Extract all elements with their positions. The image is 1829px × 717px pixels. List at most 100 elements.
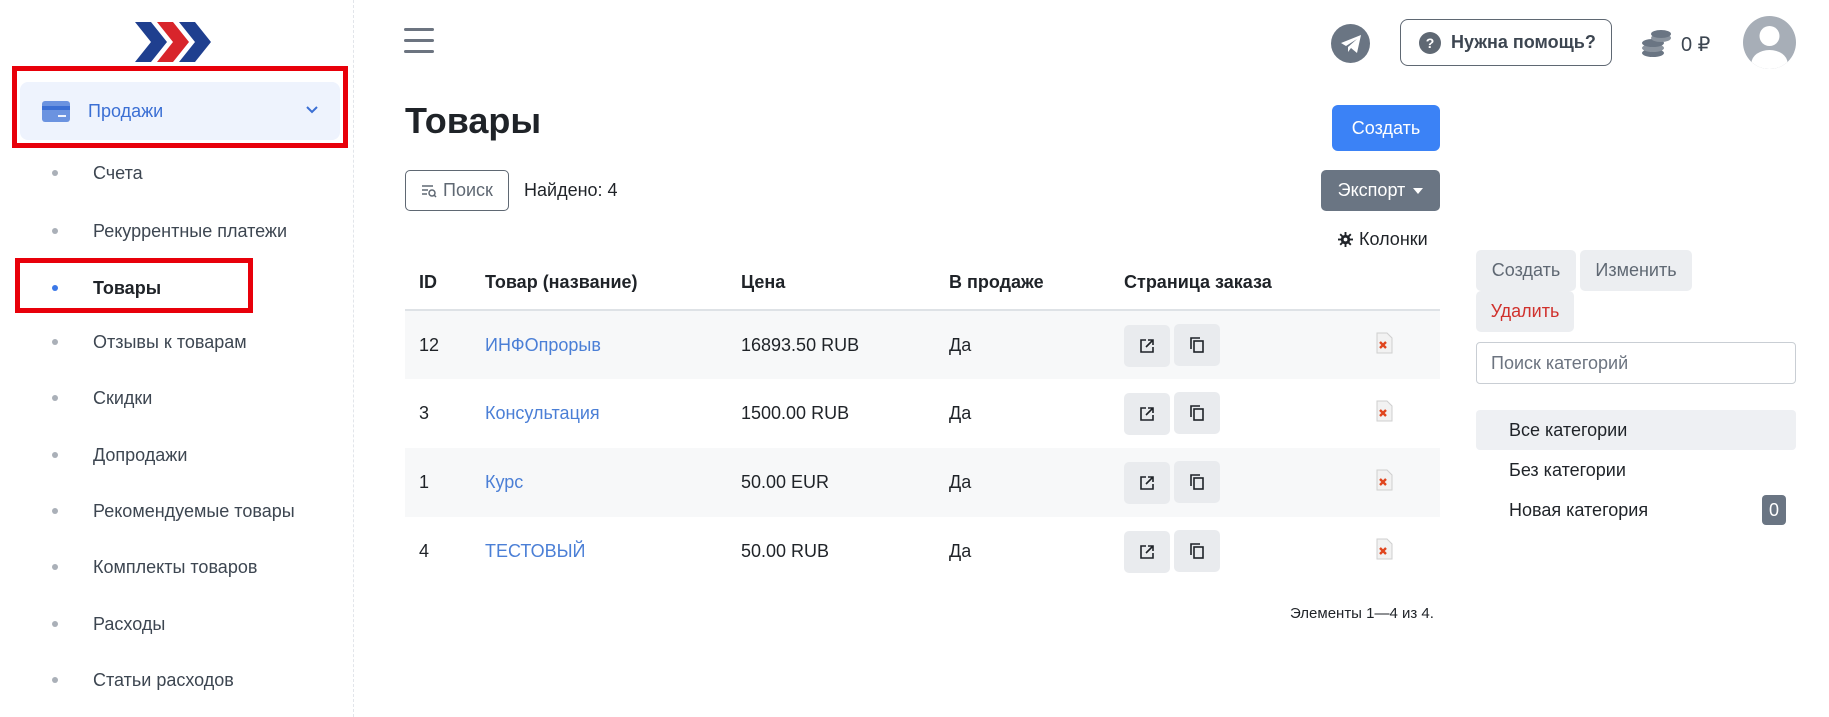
- sidebar-item-label: Скидки: [93, 387, 153, 408]
- delete-file-icon[interactable]: [1374, 469, 1394, 491]
- search-button-label: Поиск: [443, 180, 493, 200]
- product-link[interactable]: Курс: [485, 472, 523, 492]
- delete-category-button[interactable]: Удалить: [1476, 291, 1574, 332]
- help-button[interactable]: ? Нужна помощь?: [1400, 19, 1612, 66]
- products-table: ID Товар (название) Цена В продаже Стран…: [405, 256, 1440, 586]
- cell-delete: [1360, 517, 1440, 586]
- product-link[interactable]: ТЕСТОВЫЙ: [485, 541, 585, 561]
- highlight-box-products: [15, 258, 253, 313]
- balance[interactable]: 0 ₽: [1641, 26, 1710, 62]
- copy-link-button[interactable]: [1174, 530, 1220, 572]
- sidebar-item-product-bundles[interactable]: Комплекты товаров: [0, 547, 354, 587]
- bullet-icon: [52, 339, 58, 345]
- sidebar-item-label: Рекомендуемые товары: [93, 500, 295, 521]
- product-link[interactable]: ИНФОпрорыв: [485, 335, 601, 355]
- delete-file-icon[interactable]: [1374, 538, 1394, 560]
- category-item-new[interactable]: Новая категория 0: [1476, 490, 1796, 530]
- external-link-icon: [1140, 545, 1154, 559]
- results-count: Найдено: 4: [524, 180, 618, 200]
- cell-on-sale: Да: [949, 541, 972, 561]
- sidebar-item-recommended-products[interactable]: Рекомендуемые товары: [0, 491, 354, 531]
- filter-search-icon: [422, 184, 437, 198]
- copy-icon: [1190, 405, 1204, 421]
- sidebar-item-discounts[interactable]: Скидки: [0, 378, 354, 418]
- open-order-page-button[interactable]: [1124, 393, 1170, 435]
- open-order-page-button[interactable]: [1124, 324, 1170, 367]
- bullet-icon: [52, 170, 58, 176]
- sidebar-item-label: Рекуррентные платежи: [93, 220, 288, 241]
- table-row: 1 Курс 50.00 EUR Да: [405, 448, 1440, 517]
- cell-price: 1500.00 RUB: [741, 403, 850, 423]
- sidebar-item-recurring-payments[interactable]: Рекуррентные платежи: [0, 211, 354, 251]
- logo-icon[interactable]: [135, 18, 215, 66]
- category-label: Без категории: [1509, 459, 1626, 480]
- bullet-icon: [52, 621, 58, 627]
- copy-link-button[interactable]: [1174, 323, 1220, 366]
- create-product-button[interactable]: Создать: [1332, 105, 1440, 151]
- cell-on-sale: Да: [949, 403, 972, 423]
- bullet-icon: [52, 564, 58, 570]
- cell-id: 4: [419, 541, 430, 561]
- pagination-summary: Элементы 1—4 из 4.: [1290, 605, 1434, 622]
- bullet-icon: [52, 452, 58, 458]
- sidebar-item-label: Расходы: [93, 613, 166, 634]
- open-order-page-button[interactable]: [1124, 531, 1170, 573]
- cell-order-page: [1110, 379, 1360, 448]
- cell-id: 3: [419, 403, 430, 423]
- export-dropdown[interactable]: Экспорт: [1321, 170, 1440, 211]
- sidebar-item-upsells[interactable]: Допродажи: [0, 435, 354, 475]
- delete-file-icon[interactable]: [1374, 400, 1394, 422]
- delete-file-icon[interactable]: [1374, 332, 1394, 354]
- help-label: Нужна помощь?: [1451, 32, 1596, 52]
- product-link[interactable]: Консультация: [485, 403, 600, 423]
- balance-value: 0 ₽: [1681, 33, 1711, 56]
- column-header-price[interactable]: Цена: [727, 256, 935, 311]
- category-label: Все категории: [1509, 419, 1628, 440]
- avatar[interactable]: [1743, 16, 1796, 69]
- cell-delete: [1360, 310, 1440, 379]
- cell-delete: [1360, 379, 1440, 448]
- sidebar-item-label: Счета: [93, 162, 143, 183]
- table-row: 12 ИНФОпрорыв 16893.50 RUB Да: [405, 310, 1440, 379]
- sidebar-item-expenses[interactable]: Расходы: [0, 604, 354, 644]
- coins-icon: [1642, 30, 1671, 57]
- table-row: 4 ТЕСТОВЫЙ 50.00 RUB Да: [405, 517, 1440, 586]
- bullet-icon: [52, 677, 58, 683]
- search-button[interactable]: Поиск: [405, 170, 509, 211]
- cell-name: ИНФОпрорыв: [471, 310, 727, 379]
- table-header-row: ID Товар (название) Цена В продаже Стран…: [405, 256, 1440, 311]
- cell-order-page: [1110, 448, 1360, 517]
- external-link-icon: [1140, 407, 1154, 421]
- highlight-box-sales: [12, 66, 348, 148]
- export-label: Экспорт: [1337, 180, 1406, 200]
- category-item-uncategorized[interactable]: Без категории: [1476, 450, 1796, 490]
- column-header-id[interactable]: ID: [405, 256, 471, 311]
- create-category-button[interactable]: Создать: [1476, 250, 1576, 291]
- telegram-icon: [1340, 34, 1361, 53]
- sidebar: Продажи Счета Рекуррентные платежи Товар…: [0, 0, 354, 717]
- cell-on-sale: Да: [935, 448, 1110, 517]
- column-header-name[interactable]: Товар (название): [471, 256, 727, 311]
- column-header-order-page: Страница заказа: [1110, 256, 1360, 311]
- menu-toggle-icon[interactable]: [404, 28, 434, 54]
- copy-icon: [1190, 543, 1204, 559]
- open-order-page-button[interactable]: [1124, 462, 1170, 504]
- cell-name: ТЕСТОВЫЙ: [471, 517, 727, 586]
- columns-button[interactable]: Колонки: [1338, 229, 1428, 250]
- edit-category-button[interactable]: Изменить: [1580, 250, 1692, 291]
- copy-link-button[interactable]: [1174, 392, 1220, 434]
- gear-icon: [1338, 232, 1353, 247]
- bullet-icon: [52, 395, 58, 401]
- category-search-input[interactable]: [1476, 342, 1796, 384]
- copy-icon: [1190, 474, 1204, 490]
- column-header-on-sale[interactable]: В продаже: [935, 256, 1110, 311]
- caret-down-icon: [1413, 187, 1424, 194]
- sidebar-item-invoices[interactable]: Счета: [0, 153, 354, 193]
- telegram-button[interactable]: [1331, 24, 1370, 63]
- sidebar-item-product-reviews[interactable]: Отзывы к товарам: [0, 322, 354, 362]
- sidebar-item-expense-items[interactable]: Статьи расходов: [0, 660, 354, 700]
- column-header-actions: [1360, 256, 1440, 311]
- category-item-all[interactable]: Все категории: [1476, 410, 1796, 450]
- copy-icon: [1190, 336, 1204, 353]
- copy-link-button[interactable]: [1174, 461, 1220, 503]
